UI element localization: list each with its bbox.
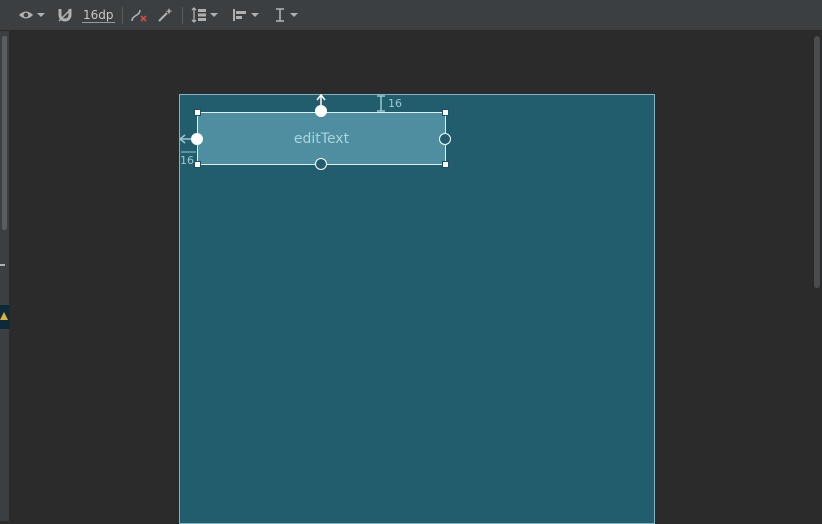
right-anchor[interactable] bbox=[439, 133, 451, 145]
left-anchor[interactable] bbox=[191, 133, 203, 145]
resize-handle-top-right[interactable] bbox=[442, 109, 449, 116]
resize-handle-bottom-right[interactable] bbox=[442, 161, 449, 168]
resize-handle-top-left[interactable] bbox=[194, 109, 201, 116]
constraint-overlay bbox=[178, 93, 385, 153]
top-anchor[interactable] bbox=[315, 105, 327, 117]
bottom-anchor[interactable] bbox=[315, 158, 327, 170]
widget-label: editText bbox=[293, 130, 350, 147]
left-margin-clip: 16 bbox=[180, 154, 195, 168]
top-margin-value: 16 bbox=[388, 97, 402, 110]
left-margin-value: 16 bbox=[180, 154, 194, 167]
resize-handle-bottom-left[interactable] bbox=[194, 161, 201, 168]
